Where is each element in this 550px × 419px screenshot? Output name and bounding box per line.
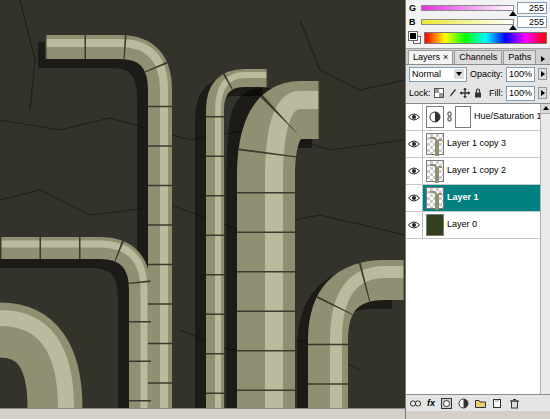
dropdown-arrow-icon[interactable] bbox=[454, 69, 464, 79]
visibility-toggle[interactable] bbox=[406, 212, 423, 238]
layer-mask-thumbnail[interactable] bbox=[455, 106, 471, 128]
layer-thumbnail bbox=[426, 160, 444, 182]
tab-label[interactable]: Paths bbox=[508, 52, 531, 62]
lock-pixels-brush-icon[interactable] bbox=[447, 88, 457, 98]
eye-icon[interactable] bbox=[408, 166, 420, 176]
link-layers-icon[interactable] bbox=[410, 398, 421, 409]
lock-position-move-icon[interactable] bbox=[460, 88, 470, 98]
opacity-label: Opacity: bbox=[470, 69, 503, 80]
mask-link-chain-icon[interactable] bbox=[447, 111, 452, 122]
layer-mask-icon[interactable] bbox=[441, 398, 452, 409]
lock-label: Lock: bbox=[409, 88, 431, 99]
blend-options-row: Normal Opacity:100% bbox=[406, 65, 550, 84]
layer-name[interactable]: Layer 1 bbox=[447, 192, 479, 203]
opacity-slider-button[interactable] bbox=[538, 68, 547, 80]
color-channel-row: G 255 bbox=[409, 1, 547, 15]
eye-icon[interactable] bbox=[408, 139, 420, 149]
visibility-toggle[interactable] bbox=[406, 185, 423, 211]
menu-arrow-icon bbox=[541, 56, 545, 62]
layer-row[interactable]: Hue/Saturation 1 bbox=[406, 104, 540, 131]
color-swatch-icon[interactable] bbox=[409, 32, 421, 44]
visibility-toggle[interactable] bbox=[406, 104, 423, 130]
foreground-swatch[interactable] bbox=[409, 32, 417, 40]
fill-field[interactable]: 100% bbox=[506, 86, 535, 101]
blend-mode-dropdown[interactable]: Normal bbox=[409, 67, 467, 82]
photoshop-window: G 255 B 255 Layers× Channels Paths Normal Opacit… bbox=[0, 0, 550, 419]
color-ramp-row bbox=[409, 32, 547, 44]
layer-style-button[interactable]: fx bbox=[427, 398, 435, 409]
fill-slider-button[interactable] bbox=[538, 87, 547, 99]
panels-dock: G 255 B 255 Layers× Channels Paths Normal Opacit… bbox=[405, 0, 550, 419]
panel-tabs: Layers× Channels Paths bbox=[406, 49, 550, 65]
channel-slider[interactable] bbox=[421, 19, 514, 25]
eye-icon[interactable] bbox=[408, 220, 420, 230]
lock-all-padlock-icon[interactable] bbox=[473, 88, 483, 98]
panel-tab[interactable]: Paths bbox=[503, 50, 536, 64]
panel-tab[interactable]: Channels bbox=[454, 50, 502, 64]
tab-close-button[interactable]: × bbox=[443, 52, 448, 62]
layers-footer: fx bbox=[406, 395, 550, 411]
layers-scrollbar[interactable] bbox=[540, 104, 550, 394]
lock-fill-row: Lock: Fill:100% bbox=[406, 84, 550, 103]
layer-name[interactable]: Hue/Saturation 1 bbox=[474, 111, 542, 122]
lock-transparency-icon[interactable] bbox=[434, 88, 444, 98]
panel-tab[interactable]: Layers× bbox=[408, 50, 453, 64]
channel-value-field[interactable]: 255 bbox=[517, 16, 547, 29]
layer-row[interactable]: Layer 1 copy 3 bbox=[406, 131, 540, 158]
adjustment-layer-icon[interactable] bbox=[458, 398, 469, 409]
adjustment-layer-icon bbox=[426, 106, 444, 128]
color-spectrum[interactable] bbox=[424, 32, 547, 44]
layers-list: Hue/Saturation 1 Layer 1 copy 3 Layer 1 co… bbox=[406, 104, 540, 394]
layer-name[interactable]: Layer 1 copy 3 bbox=[447, 138, 506, 149]
pipe-preview-icon bbox=[427, 188, 445, 210]
right-arrow-icon bbox=[541, 71, 545, 77]
panel-bottom-edge bbox=[406, 411, 550, 419]
canvas-image[interactable] bbox=[0, 0, 405, 408]
blend-mode-value[interactable]: Normal bbox=[412, 69, 441, 80]
right-arrow-icon bbox=[541, 90, 545, 96]
visibility-toggle[interactable] bbox=[406, 158, 423, 184]
new-layer-icon[interactable] bbox=[492, 398, 503, 409]
half-circle-adjustment-icon bbox=[429, 111, 441, 123]
layer-name[interactable]: Layer 1 copy 2 bbox=[447, 165, 506, 176]
pipe-preview-icon bbox=[427, 161, 445, 183]
channel-label: B bbox=[409, 17, 418, 28]
channel-slider[interactable] bbox=[421, 5, 514, 11]
layer-thumbnail bbox=[426, 187, 444, 209]
channel-value-field[interactable]: 255 bbox=[517, 2, 547, 15]
layer-row[interactable]: Layer 0 bbox=[406, 212, 540, 239]
scroll-up-button[interactable] bbox=[541, 104, 550, 114]
up-arrow-icon bbox=[543, 106, 549, 110]
folder-icon[interactable] bbox=[475, 398, 486, 409]
layer-row[interactable]: Layer 1 copy 2 bbox=[406, 158, 540, 185]
opacity-field[interactable]: 100% bbox=[506, 67, 535, 82]
document-canvas-area bbox=[0, 0, 405, 419]
eye-icon[interactable] bbox=[408, 193, 420, 203]
color-channel-row: B 255 bbox=[409, 15, 547, 29]
panel-menu-icon[interactable] bbox=[538, 54, 548, 64]
layer-name[interactable]: Layer 0 bbox=[447, 219, 477, 230]
layer-row[interactable]: Layer 1 bbox=[406, 185, 540, 212]
tab-label[interactable]: Layers bbox=[413, 52, 440, 62]
color-panel: G 255 B 255 bbox=[406, 0, 550, 49]
tab-label[interactable]: Channels bbox=[459, 52, 497, 62]
trash-icon[interactable] bbox=[509, 398, 520, 409]
slider-thumb[interactable] bbox=[509, 25, 517, 30]
slider-thumb[interactable] bbox=[509, 11, 517, 16]
layer-thumbnail bbox=[426, 133, 444, 155]
channel-label: G bbox=[409, 3, 418, 14]
down-arrow-icon bbox=[456, 72, 462, 76]
horizontal-scrollbar[interactable] bbox=[0, 408, 405, 419]
fill-label: Fill: bbox=[489, 88, 503, 99]
eye-icon[interactable] bbox=[408, 112, 420, 122]
visibility-toggle[interactable] bbox=[406, 131, 423, 157]
pipe-preview-icon bbox=[427, 134, 445, 156]
layer-thumbnail bbox=[426, 214, 444, 236]
layers-list-area: Hue/Saturation 1 Layer 1 copy 3 Layer 1 co… bbox=[406, 103, 550, 395]
